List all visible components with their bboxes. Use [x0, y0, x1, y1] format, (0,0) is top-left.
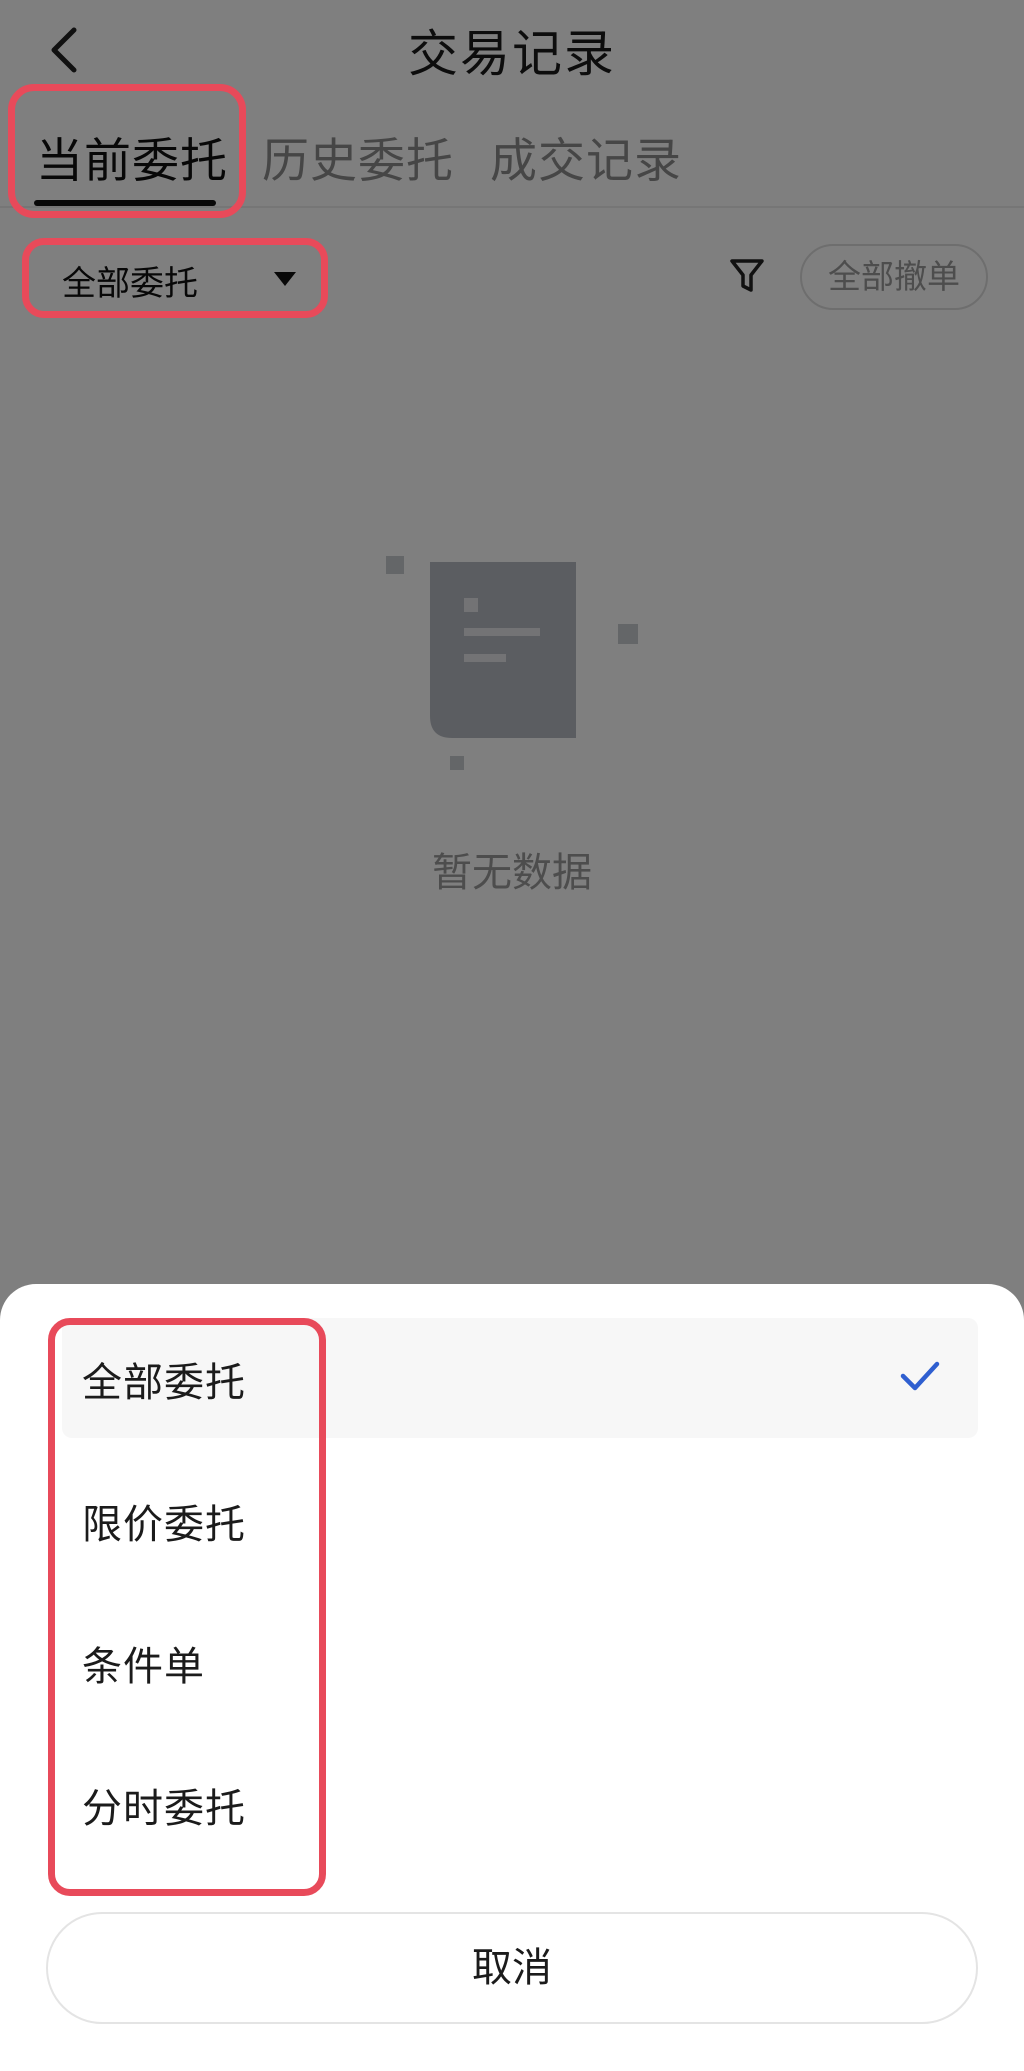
highlight-current-tab — [8, 84, 246, 218]
trade-records-page: 交易记录 当前委托 历史委托 成交记录 全部委托 全部撤单 暂无数据 全部委托 … — [0, 0, 1024, 2071]
highlight-sheet-options — [48, 1318, 326, 1896]
sheet-cancel-button[interactable]: 取消 — [46, 1912, 978, 2024]
checkmark-icon — [900, 1361, 940, 1391]
highlight-order-dropdown — [22, 238, 328, 318]
